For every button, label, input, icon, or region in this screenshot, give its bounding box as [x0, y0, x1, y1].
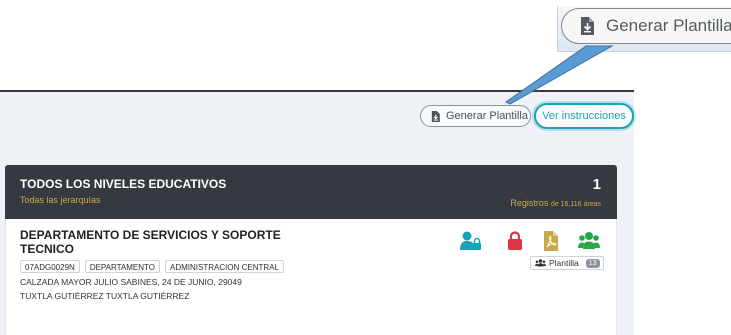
- summary-title: TODOS LOS NIVELES EDUCATIVOS: [20, 177, 227, 191]
- record-tag-clave: 07ADG0029N: [20, 260, 80, 273]
- callout-generar-plantilla-button: Generar Plantilla: [561, 8, 731, 44]
- record-title: DEPARTAMENTO DE SERVICIOS Y SOPORTE TECN…: [20, 228, 281, 256]
- plantilla-label: Plantilla: [549, 258, 579, 268]
- generar-plantilla-label: Generar Plantilla: [446, 110, 528, 122]
- record-actions: [460, 231, 606, 253]
- records-count: 1: [592, 176, 601, 193]
- users-small-icon: [535, 259, 546, 267]
- user-lock-icon[interactable]: [460, 231, 482, 251]
- summary-subtitle: Todas las jerarquías: [20, 195, 101, 205]
- summary-header-card: TODOS LOS NIVELES EDUCATIVOS Todas las j…: [5, 165, 617, 219]
- lock-icon[interactable]: [504, 231, 526, 251]
- file-download-icon: [580, 17, 594, 35]
- record-card: DEPARTAMENTO DE SERVICIOS Y SOPORTE TECN…: [5, 219, 617, 335]
- record-tag-nivel: ADMINISTRACION CENTRAL: [165, 260, 284, 273]
- plantilla-chip[interactable]: Plantilla 13: [530, 256, 604, 270]
- users-icon[interactable]: [578, 231, 600, 251]
- record-tags: 07ADG0029N DEPARTAMENTO ADMINISTRACION C…: [20, 260, 284, 273]
- records-caption: Registros de 16,116 áreas: [510, 198, 601, 208]
- ver-instrucciones-button[interactable]: Ver instrucciones: [534, 103, 634, 129]
- records-detail: de 16,116 áreas: [550, 201, 601, 208]
- plantilla-count-badge: 13: [585, 258, 600, 268]
- callout-label: Generar Plantilla: [606, 16, 731, 35]
- file-download-icon: [431, 110, 440, 122]
- records-label: Registros: [510, 198, 549, 208]
- record-address-line2: TUXTLA GUTIÉRREZ TUXTLA GUTIÉRREZ: [20, 291, 190, 301]
- record-address-line1: CALZADA MAYOR JULIO SABINES, 24 DE JUNIO…: [20, 277, 242, 287]
- pdf-file-icon[interactable]: [540, 231, 562, 251]
- screen: Generar Plantilla Generar Plantilla Ver …: [0, 0, 731, 335]
- generar-plantilla-button[interactable]: Generar Plantilla: [420, 105, 531, 127]
- record-tag-tipo: DEPARTAMENTO: [84, 260, 161, 273]
